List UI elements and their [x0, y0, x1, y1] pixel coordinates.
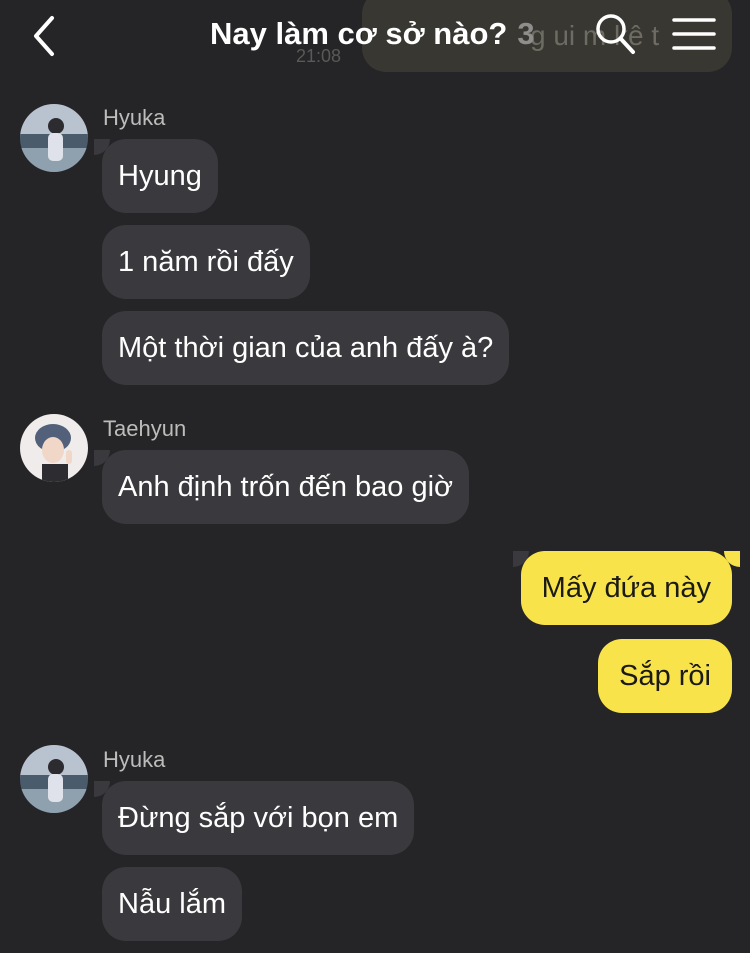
- sender-name: Hyuka: [103, 105, 166, 130]
- outgoing-message[interactable]: Mấy đứa này: [512, 551, 741, 625]
- incoming-message[interactable]: Đừng sắp với bọn em: [93, 781, 415, 855]
- chevron-left-icon: [34, 16, 54, 56]
- avatar-taehyun[interactable]: [20, 414, 88, 482]
- search-icon: [596, 14, 635, 54]
- back-button[interactable]: [28, 14, 64, 58]
- avatar-hyuka[interactable]: [20, 745, 88, 813]
- search-button[interactable]: [594, 12, 636, 56]
- menu-button[interactable]: [672, 16, 716, 52]
- incoming-message[interactable]: 1 năm rồi đấy: [102, 225, 310, 299]
- incoming-message[interactable]: Hyung: [94, 139, 218, 213]
- incoming-message[interactable]: Một thời gian của anh đấy à?: [102, 311, 510, 385]
- sender-name: Taehyun: [103, 416, 187, 441]
- menu-icon: [672, 18, 716, 50]
- outgoing-message[interactable]: Sắp rồi: [598, 639, 732, 713]
- avatar-hyuka[interactable]: [20, 104, 88, 172]
- chat-header: g ui m kê t 21:08 Nay làm cơ sở nào? 3: [0, 0, 750, 80]
- chat-title-text: Nay làm cơ sở nào?: [210, 16, 508, 51]
- sender-name: Hyuka: [103, 747, 166, 772]
- chat-title: Nay làm cơ sở nào? 3: [210, 14, 535, 54]
- incoming-message[interactable]: Anh định trốn đến bao giờ: [93, 450, 470, 524]
- member-count: 3: [517, 16, 535, 51]
- incoming-message[interactable]: Nẫu lắm: [102, 867, 242, 941]
